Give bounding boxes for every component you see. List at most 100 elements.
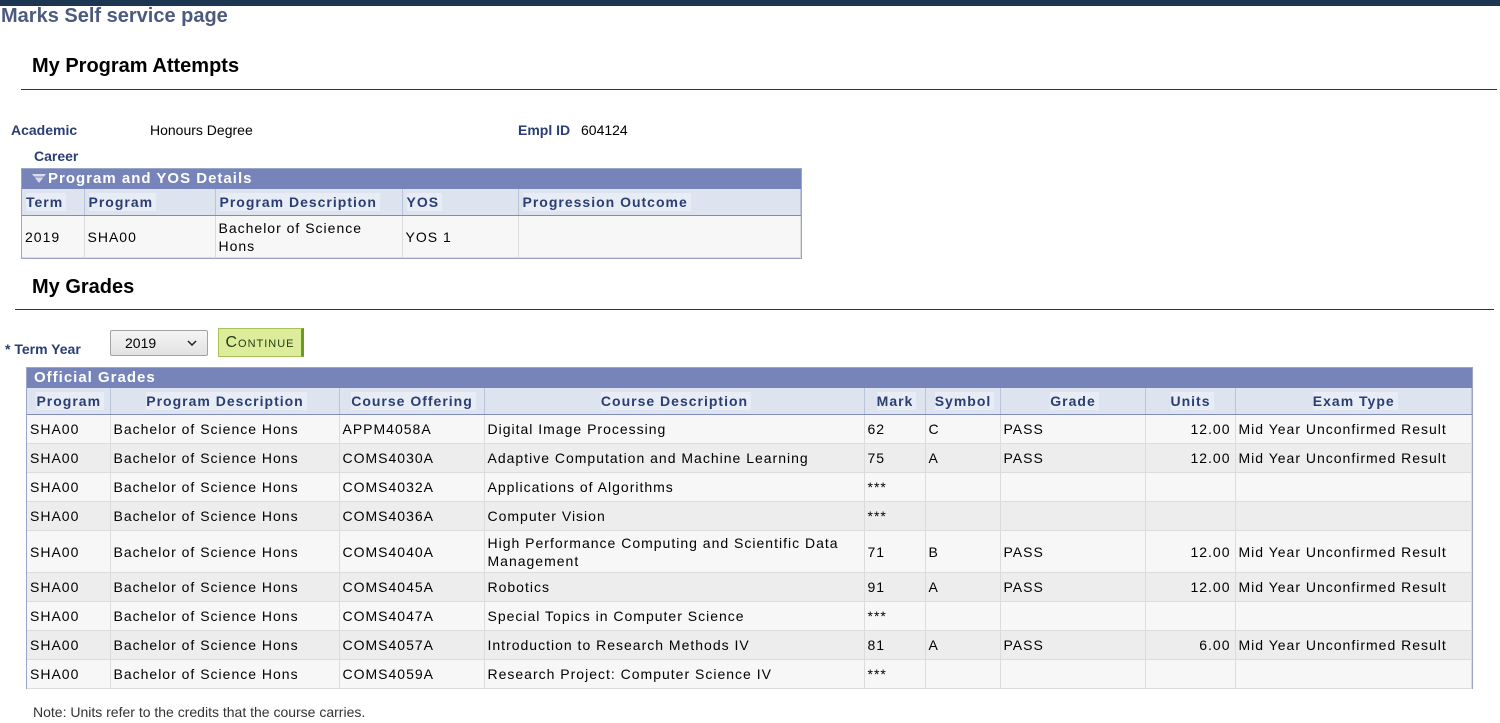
program-yos-grid-header: Program and YOS Details <box>22 169 801 189</box>
cell-course-description: Computer Vision <box>484 501 865 531</box>
cell-mark: *** <box>864 601 926 631</box>
term-year-selected-value: 2019 <box>125 335 157 351</box>
cell-program-description: Bachelor of Science Hons <box>110 530 340 573</box>
cell-mark: 81 <box>864 630 926 660</box>
cell-course-offering: COMS4047A <box>339 601 485 631</box>
column-header-mark: Mark <box>864 388 926 415</box>
table-row: SHA00 Bachelor of Science Hons COMS4045A Ro… <box>27 572 1472 602</box>
cell-program-description: Bachelor of Science Hons <box>110 472 340 502</box>
term-year-label: * Term Year <box>5 341 81 357</box>
column-header-program-description: Program Description <box>215 189 403 216</box>
empl-id-label: Empl ID <box>518 122 571 138</box>
cell-program-description: Bachelor of Science Hons <box>110 414 340 444</box>
cell-units: 12.00 <box>1145 443 1236 473</box>
chevron-down-icon <box>187 340 197 346</box>
required-marker: * <box>5 341 11 357</box>
cell-grade: PASS <box>1000 414 1146 444</box>
cell-units <box>1145 659 1236 689</box>
table-row: SHA00 Bachelor of Science Hons APPM4058A Di… <box>27 414 1472 444</box>
empl-id-value: 604124 <box>581 122 628 138</box>
cell-term: 2019 <box>22 215 85 258</box>
cell-grade <box>1000 472 1146 502</box>
cell-units: 12.00 <box>1145 572 1236 602</box>
cell-grade <box>1000 601 1146 631</box>
cell-mark: *** <box>864 659 926 689</box>
cell-program-description: Bachelor of Science Hons <box>110 601 340 631</box>
program-yos-table: Term Program Program Description YOS Pro… <box>22 189 801 258</box>
continue-button[interactable]: Continue <box>218 328 304 357</box>
cell-units: 12.00 <box>1145 414 1236 444</box>
program-yos-grid-title: Program and YOS Details <box>48 170 253 187</box>
cell-course-offering: COMS4059A <box>339 659 485 689</box>
cell-exam-type <box>1235 472 1472 502</box>
page-title: Marks Self service page <box>1 5 228 27</box>
official-grades-grid: Official Grades Program Program Descript… <box>26 367 1473 689</box>
column-header-program-description: Program Description <box>110 388 340 415</box>
cell-grade: PASS <box>1000 572 1146 602</box>
cell-course-description: Adaptive Computation and Machine Learnin… <box>484 443 865 473</box>
cell-program: SHA00 <box>27 572 111 602</box>
cell-program-description: Bachelor of Science Hons <box>110 443 340 473</box>
cell-course-description: High Performance Computing and Scientifi… <box>484 530 865 573</box>
cell-course-offering: COMS4045A <box>339 572 485 602</box>
cell-program-description: Bachelor of Science Hons <box>110 572 340 602</box>
cell-symbol: B <box>925 530 1001 573</box>
table-row: SHA00 Bachelor of Science Hons COMS4032A Ap… <box>27 472 1472 502</box>
column-header-course-offering: Course Offering <box>339 388 485 415</box>
cell-mark: 62 <box>864 414 926 444</box>
cell-course-description: Applications of Algorithms <box>484 472 865 502</box>
cell-course-offering: COMS4030A <box>339 443 485 473</box>
term-year-select[interactable]: 2019 <box>110 330 208 356</box>
table-row: 2019 SHA00 Bachelor of Science Hons YOS … <box>22 215 801 258</box>
academic-career-value: Honours Degree <box>150 122 253 138</box>
cell-mark: 75 <box>864 443 926 473</box>
cell-exam-type <box>1235 501 1472 531</box>
table-row: SHA00 Bachelor of Science Hons COMS4030A Ad… <box>27 443 1472 473</box>
cell-program: SHA00 <box>27 414 111 444</box>
cell-exam-type: Mid Year Unconfirmed Result <box>1235 572 1472 602</box>
table-row: SHA00 Bachelor of Science Hons COMS4036A Co… <box>27 501 1472 531</box>
cell-grade: PASS <box>1000 630 1146 660</box>
cell-course-description: Research Project: Computer Science IV <box>484 659 865 689</box>
cell-symbol <box>925 659 1001 689</box>
cell-symbol: A <box>925 630 1001 660</box>
section-divider <box>21 89 1497 90</box>
cell-program: SHA00 <box>27 472 111 502</box>
collapse-icon[interactable] <box>32 174 46 185</box>
cell-program: SHA00 <box>84 215 216 258</box>
cell-grade: PASS <box>1000 530 1146 573</box>
cell-units: 12.00 <box>1145 530 1236 573</box>
cell-mark: *** <box>864 501 926 531</box>
cell-exam-type <box>1235 659 1472 689</box>
cell-exam-type: Mid Year Unconfirmed Result <box>1235 414 1472 444</box>
cell-program: SHA00 <box>27 659 111 689</box>
cell-units <box>1145 472 1236 502</box>
cell-course-offering: COMS4057A <box>339 630 485 660</box>
cell-exam-type <box>1235 601 1472 631</box>
cell-course-description: Special Topics in Computer Science <box>484 601 865 631</box>
cell-exam-type: Mid Year Unconfirmed Result <box>1235 443 1472 473</box>
column-header-yos: YOS <box>402 189 519 216</box>
cell-program-description: Bachelor of Science Hons <box>110 659 340 689</box>
program-attempts-title: My Program Attempts <box>32 55 240 77</box>
cell-mark: *** <box>864 472 926 502</box>
cell-program: SHA00 <box>27 443 111 473</box>
cell-program: SHA00 <box>27 601 111 631</box>
cell-course-description: Introduction to Research Methods IV <box>484 630 865 660</box>
cell-symbol <box>925 601 1001 631</box>
cell-course-offering: APPM4058A <box>339 414 485 444</box>
table-row: SHA00 Bachelor of Science Hons COMS4047A Sp… <box>27 601 1472 631</box>
table-row: SHA00 Bachelor of Science Hons COMS4057A In… <box>27 630 1472 660</box>
cell-course-offering: COMS4040A <box>339 530 485 573</box>
column-header-course-description: Course Description <box>484 388 865 415</box>
table-row: SHA00 Bachelor of Science Hons COMS4040A Hi… <box>27 530 1472 573</box>
official-grades-grid-title: Official Grades <box>34 369 156 386</box>
cell-grade <box>1000 659 1146 689</box>
program-yos-grid: Program and YOS Details Term Program Pro… <box>21 168 802 259</box>
my-grades-title: My Grades <box>32 276 135 298</box>
cell-symbol: A <box>925 443 1001 473</box>
cell-units: 6.00 <box>1145 630 1236 660</box>
cell-progression-outcome <box>518 215 801 258</box>
term-year-label-text: Term Year <box>14 341 81 357</box>
grades-header-row: Program Program Description Course Offer… <box>27 388 1472 415</box>
